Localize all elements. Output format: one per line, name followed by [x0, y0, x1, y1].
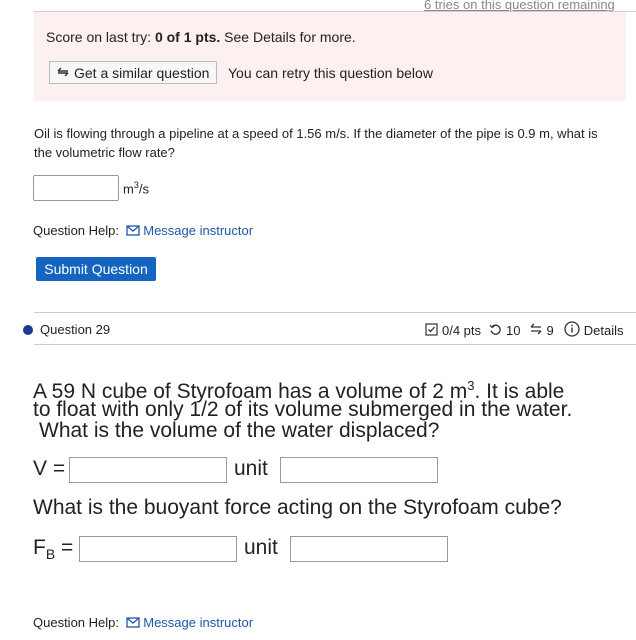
points-icon — [425, 322, 438, 339]
mail-icon — [123, 223, 140, 238]
volume-unit-input[interactable] — [280, 457, 438, 483]
fb-symbol: F — [33, 536, 46, 559]
question-header-divider — [34, 344, 636, 345]
attempts-icon — [489, 323, 502, 339]
score-summary: Score on last try: 0 of 1 pts. See Detai… — [46, 29, 356, 45]
question-status-dot — [23, 325, 33, 335]
question-help-label-2: Question Help: — [33, 615, 119, 630]
tries-remaining-link[interactable]: 6 tries on this question remaining — [424, 0, 615, 12]
question-help-label: Question Help: — [33, 223, 119, 238]
message-instructor-link[interactable]: Message instructor — [143, 223, 253, 238]
buoyant-force-label: FB = — [33, 537, 73, 565]
question-number: Question 29 — [40, 322, 111, 337]
score-panel — [34, 12, 626, 101]
versions-icon — [529, 323, 543, 338]
question-divider — [34, 312, 636, 313]
buoyant-force-answer-input[interactable] — [79, 536, 237, 562]
volume-unit-label: unit — [234, 457, 268, 480]
question-text: Oil is flowing through a pipeline at a s… — [34, 126, 598, 160]
score-value: 0 of 1 pts. — [154, 29, 221, 45]
question-help-2: Question Help: Message instructor — [33, 615, 253, 630]
details-link[interactable]: Details — [584, 323, 624, 338]
volume-label: V = — [33, 457, 66, 480]
message-instructor-link-2[interactable]: Message instructor — [143, 615, 253, 630]
retry-text: You can retry this question below — [228, 65, 433, 81]
score-prefix: Score on last try: — [46, 29, 155, 45]
versions-value: 9 — [546, 323, 554, 338]
volume-answer-input[interactable] — [69, 457, 227, 483]
q29-line2: to float with only 1/2 of its volume sub… — [33, 398, 573, 421]
q29-line3: What is the volume of the water displace… — [39, 419, 440, 442]
fb-subscript: B — [45, 546, 56, 563]
submit-question-button[interactable]: Submit Question — [36, 257, 156, 281]
q29-line4: What is the buoyant force acting on the … — [33, 496, 562, 519]
question-stats: 0/4 pts 10 9 Details — [425, 321, 623, 340]
mail-icon — [123, 615, 140, 630]
unit-tail: /s — [138, 181, 149, 197]
info-icon[interactable] — [564, 321, 580, 340]
flow-rate-unit: m3/s — [123, 180, 149, 196]
question-help: Question Help: Message instructor — [33, 223, 253, 238]
similar-question-button[interactable]: Get a similar question — [49, 61, 218, 84]
refresh-icon — [56, 65, 70, 81]
fb-equals: = — [61, 536, 74, 559]
similar-question-label: Get a similar question — [74, 64, 210, 81]
flow-rate-answer-input[interactable] — [33, 175, 119, 201]
buoyant-force-unit-input[interactable] — [290, 536, 448, 562]
buoyant-force-unit-label: unit — [244, 536, 278, 559]
score-suffix: See Details for more. — [220, 29, 356, 45]
unit-base: m — [123, 181, 134, 197]
points-value: 0/4 pts — [442, 323, 482, 338]
attempts-value: 10 — [506, 323, 521, 338]
